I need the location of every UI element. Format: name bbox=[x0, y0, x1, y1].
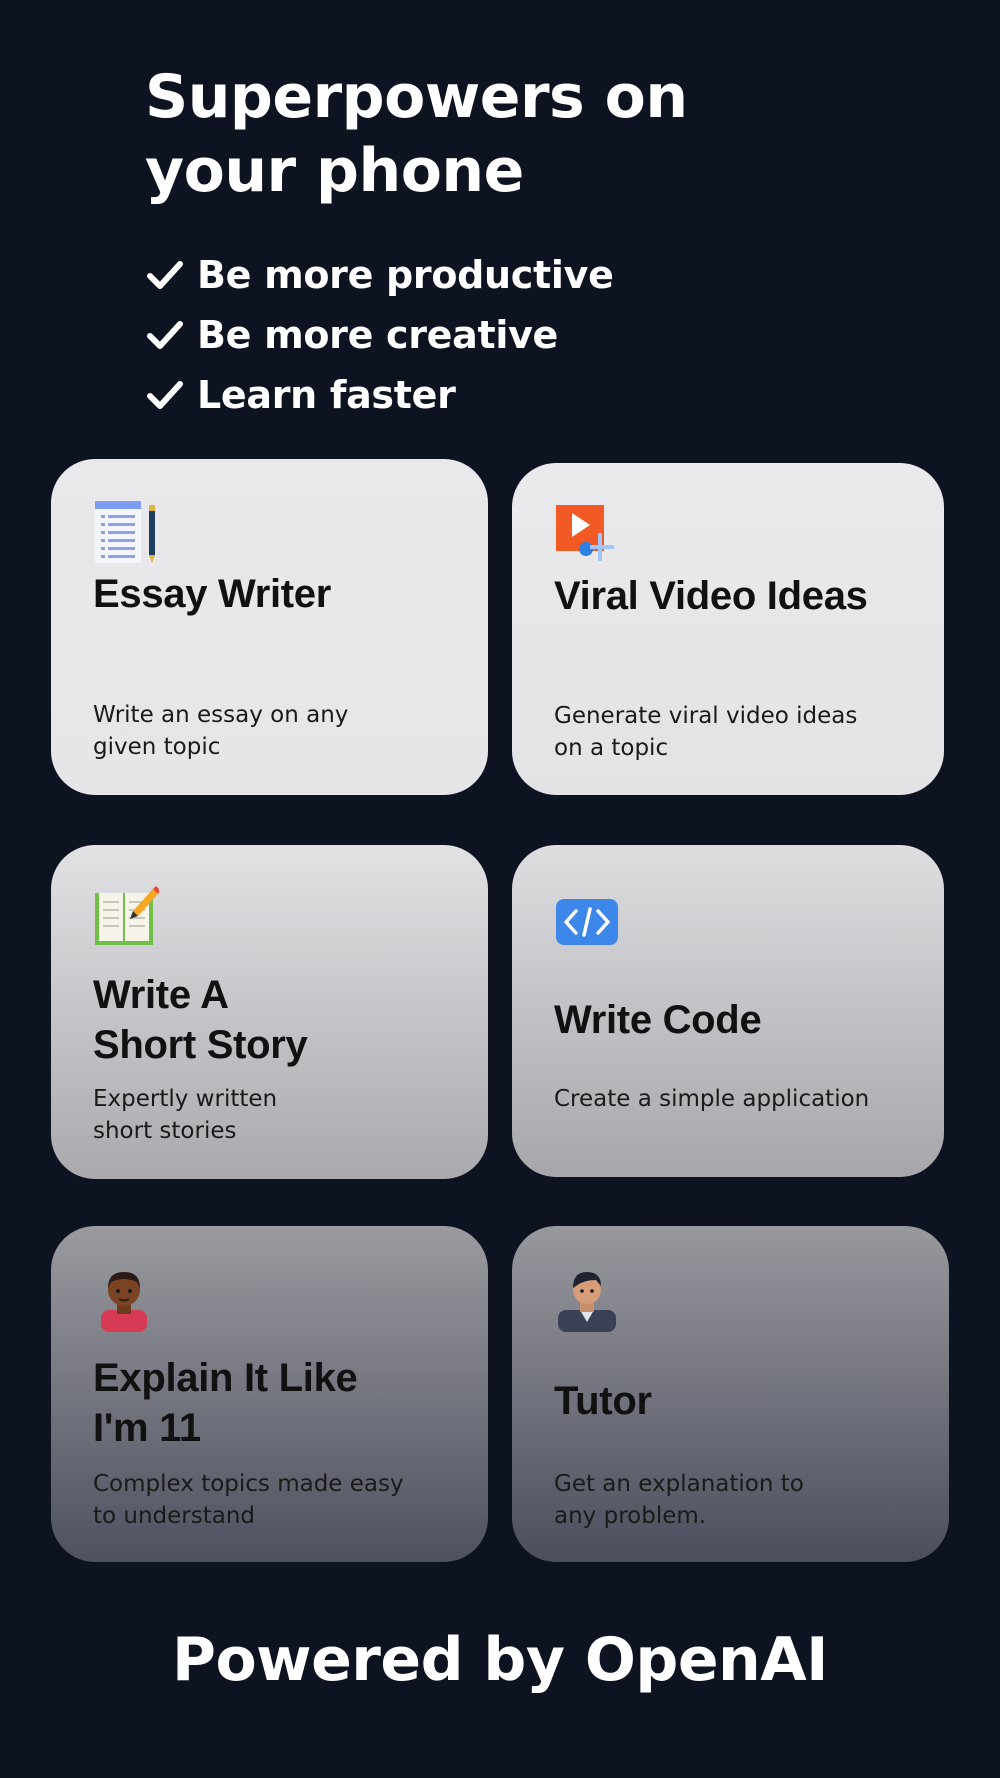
checkmark-icon bbox=[147, 261, 183, 289]
card-explain-like-11[interactable]: Explain It Like I'm 11 Complex topics ma… bbox=[51, 1226, 488, 1562]
card-desc-line: Generate viral video ideas bbox=[554, 703, 858, 729]
video-play-icon bbox=[556, 505, 614, 561]
card-title-line: Essay Writer bbox=[93, 572, 332, 616]
code-brackets-icon bbox=[556, 899, 618, 945]
card-title-line: Write Code bbox=[554, 998, 762, 1042]
card-title: Essay Writer bbox=[93, 569, 458, 619]
card-title-line: Explain It Like bbox=[93, 1356, 358, 1400]
card-desc-line: Get an explanation to bbox=[554, 1471, 804, 1497]
card-write-short-story[interactable]: Write A Short Story Expertly written sho… bbox=[51, 845, 488, 1179]
card-title: Explain It Like I'm 11 bbox=[93, 1353, 458, 1453]
card-title-line: I'm 11 bbox=[93, 1406, 201, 1450]
card-title-line: Viral Video Ideas bbox=[554, 574, 868, 618]
feature-label: Be more creative bbox=[197, 313, 559, 357]
card-description: Generate viral video ideas on a topic bbox=[554, 700, 914, 764]
feature-label: Be more productive bbox=[197, 253, 614, 297]
feature-list: Be more productive Be more creative Lear… bbox=[145, 245, 614, 425]
card-desc-line: Complex topics made easy bbox=[93, 1471, 404, 1497]
card-description: Write an essay on any given topic bbox=[93, 699, 458, 763]
card-desc-line: short stories bbox=[93, 1118, 237, 1144]
card-title-line: Short Story bbox=[93, 1023, 308, 1067]
card-desc-line: any problem. bbox=[554, 1503, 707, 1529]
card-write-code[interactable]: Write Code Create a simple application bbox=[512, 845, 944, 1177]
document-pen-icon bbox=[95, 501, 155, 563]
card-description: Complex topics made easy to understand bbox=[93, 1468, 458, 1532]
card-desc-line: Expertly written bbox=[93, 1086, 278, 1112]
card-title-line: Write A bbox=[93, 973, 229, 1017]
feature-item: Learn faster bbox=[145, 365, 614, 425]
card-title: Write Code bbox=[554, 995, 914, 1045]
headline-line-2: your phone bbox=[145, 136, 524, 206]
card-description: Expertly written short stories bbox=[93, 1083, 458, 1147]
card-essay-writer[interactable]: Essay Writer Write an essay on any given… bbox=[51, 459, 488, 795]
card-viral-video-ideas[interactable]: Viral Video Ideas Generate viral video i… bbox=[512, 463, 944, 795]
card-desc-line: to understand bbox=[93, 1503, 256, 1529]
feature-item: Be more productive bbox=[145, 245, 614, 305]
card-desc-line: Write an essay on any bbox=[93, 702, 349, 728]
headline: Superpowers on your phone bbox=[145, 60, 865, 208]
card-desc-line: given topic bbox=[93, 734, 221, 760]
card-title-line: Tutor bbox=[554, 1379, 652, 1423]
card-title: Viral Video Ideas bbox=[554, 571, 914, 621]
open-book-pencil-icon bbox=[95, 886, 159, 945]
card-description: Create a simple application bbox=[554, 1083, 914, 1115]
headline-line-1: Superpowers on bbox=[145, 62, 688, 132]
teacher-avatar-icon bbox=[558, 1272, 616, 1332]
checkmark-icon bbox=[147, 381, 183, 409]
card-desc-line: Create a simple application bbox=[554, 1086, 870, 1112]
powered-by-label: Powered by OpenAI bbox=[171, 1625, 829, 1695]
child-avatar-icon bbox=[101, 1272, 147, 1332]
feature-item: Be more creative bbox=[145, 305, 614, 365]
card-description: Get an explanation to any problem. bbox=[554, 1468, 919, 1532]
checkmark-icon bbox=[147, 321, 183, 349]
card-tutor[interactable]: Tutor Get an explanation to any problem. bbox=[512, 1226, 949, 1562]
card-title: Tutor bbox=[554, 1376, 919, 1426]
feature-label: Learn faster bbox=[197, 373, 456, 417]
card-title: Write A Short Story bbox=[93, 970, 458, 1070]
card-desc-line: on a topic bbox=[554, 735, 669, 761]
